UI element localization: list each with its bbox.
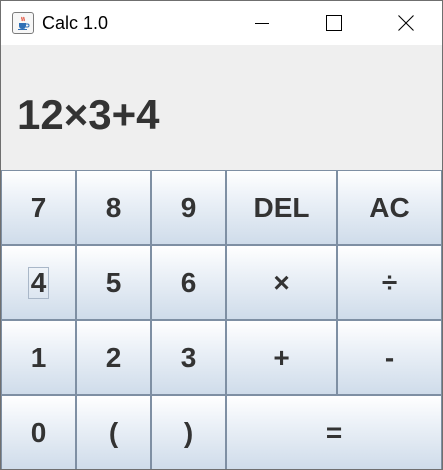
key-label: ( [108,416,119,448]
maximize-button[interactable] [298,1,370,45]
close-icon [398,15,414,31]
title-bar[interactable]: Calc 1.0 [1,1,442,45]
minimize-icon [255,23,269,24]
window-title: Calc 1.0 [42,13,109,33]
window-controls [226,1,442,45]
keypad: 7 8 9 DEL AC 4 5 6 × ÷ 1 2 3 + - 0 ( ) = [1,170,442,469]
key-label: 0 [30,416,47,448]
key-0[interactable]: 0 [1,395,76,469]
key-label: 4 [27,266,50,299]
key-label: 7 [30,191,47,223]
key-4[interactable]: 4 [1,245,76,320]
equals-button[interactable]: = [226,395,442,469]
close-paren-button[interactable]: ) [151,395,226,469]
delete-button[interactable]: DEL [226,170,337,245]
plus-button[interactable]: + [226,320,337,395]
minimize-button[interactable] [226,1,298,45]
key-3[interactable]: 3 [151,320,226,395]
key-label: 3 [180,341,197,373]
key-label: + [273,341,290,373]
key-label: 1 [30,341,47,373]
key-label: = [325,416,343,448]
calculator-window: Calc 1.0 12×3+4 7 8 9 DEL AC 4 5 6 × ÷ 1… [0,0,443,470]
divide-button[interactable]: ÷ [337,245,442,320]
key-label: 2 [105,341,122,373]
key-5[interactable]: 5 [76,245,151,320]
key-label: DEL [253,191,310,223]
java-cup-icon[interactable] [12,12,34,34]
key-label: 6 [180,266,197,298]
key-8[interactable]: 8 [76,170,151,245]
key-label: - [384,341,395,373]
key-1[interactable]: 1 [1,320,76,395]
calculator-display: 12×3+4 [1,45,442,170]
key-label: 5 [105,266,122,298]
open-paren-button[interactable]: ( [76,395,151,469]
key-label: 9 [180,191,197,223]
close-button[interactable] [370,1,442,45]
key-label: × [273,266,290,298]
key-9[interactable]: 9 [151,170,226,245]
key-7[interactable]: 7 [1,170,76,245]
maximize-icon [326,15,342,31]
key-label: AC [369,191,410,223]
key-label: ÷ [381,266,398,298]
expression-display: 12×3+4 [17,91,160,138]
key-label: 8 [105,191,122,223]
multiply-button[interactable]: × [226,245,337,320]
key-2[interactable]: 2 [76,320,151,395]
key-6[interactable]: 6 [151,245,226,320]
minus-button[interactable]: - [337,320,442,395]
all-clear-button[interactable]: AC [337,170,442,245]
key-label: ) [183,416,194,448]
